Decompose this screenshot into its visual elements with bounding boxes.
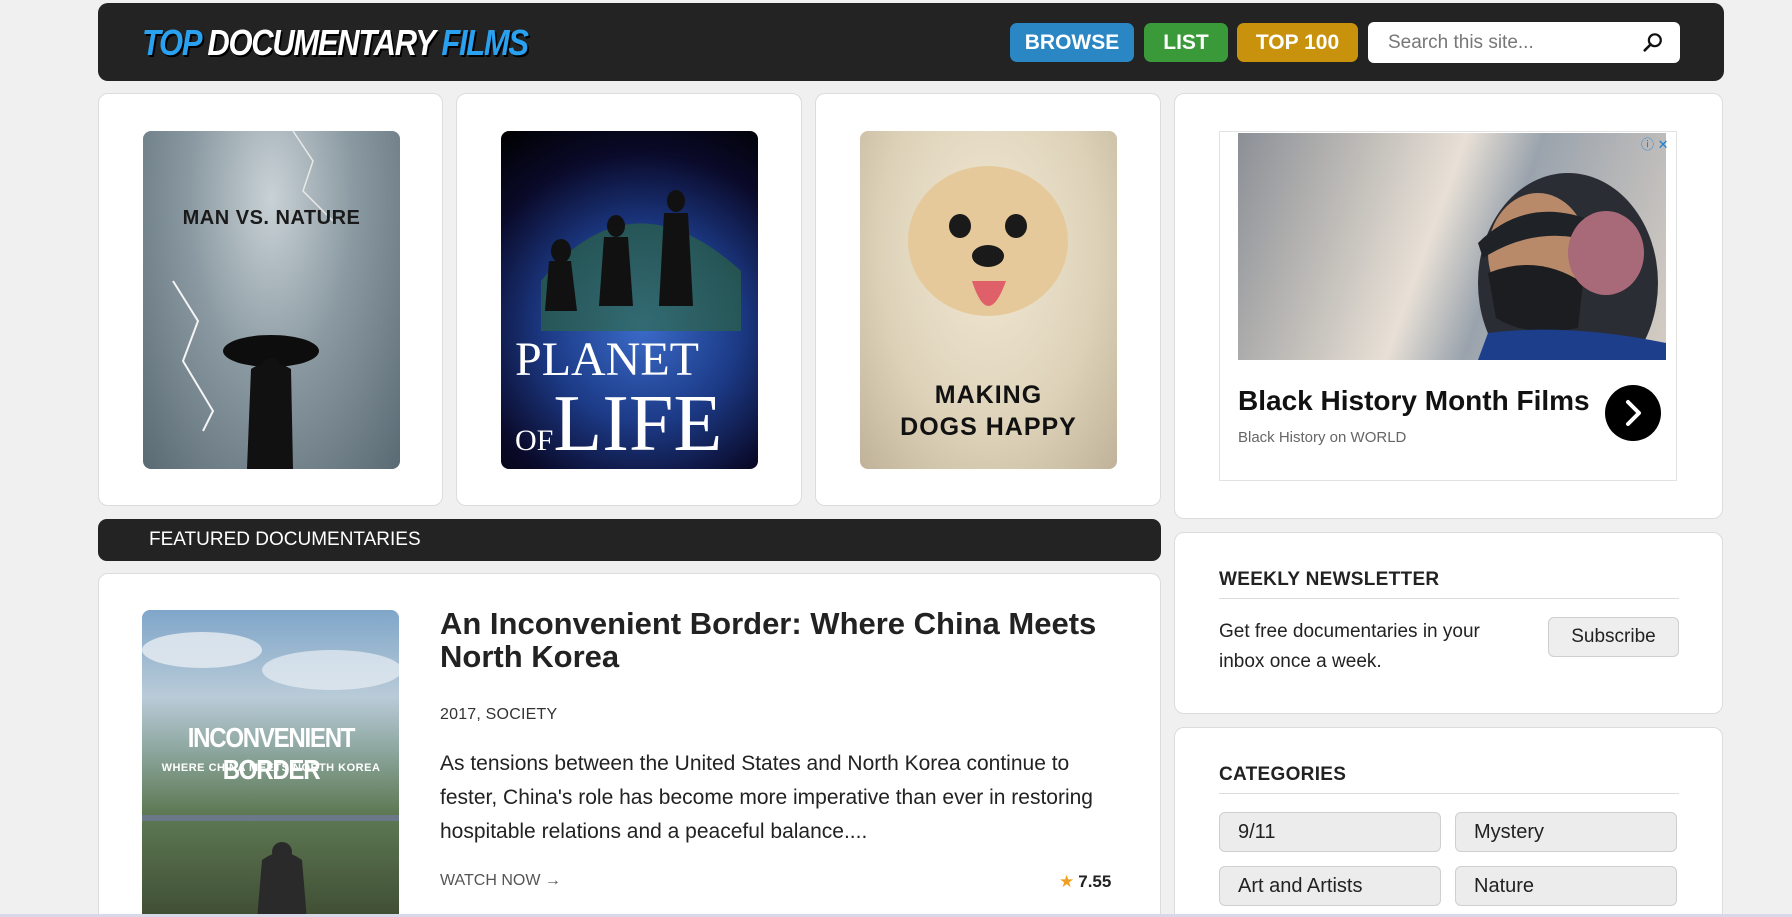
poster-man-vs-nature[interactable]: MAN VS. NATURE xyxy=(143,131,400,469)
featured-title[interactable]: An Inconvenient Border: Where China Meet… xyxy=(440,607,1130,673)
lightning-illustration xyxy=(172,131,334,469)
search-input[interactable] xyxy=(1368,22,1638,63)
categories-heading: CATEGORIES xyxy=(1219,764,1347,785)
star-icon: ★ xyxy=(1059,872,1075,891)
featured-heading: FEATURED DOCUMENTARIES xyxy=(149,529,421,550)
list-button[interactable]: LIST xyxy=(1144,23,1228,62)
featured-meta: 2017, SOCIETY xyxy=(440,706,558,723)
logo-text-films: FILMS xyxy=(441,22,529,63)
ad-choices-icon[interactable]: ⓘ ✕ xyxy=(1641,134,1677,152)
logo-text-top: TOP xyxy=(142,22,201,63)
ad-banner[interactable]: ⓘ ✕ Black History Month Films Black Hist… xyxy=(1219,131,1677,481)
featured-poster-subtitle: WHERE CHINA MEETS NORTH KOREA xyxy=(161,762,381,774)
divider xyxy=(1219,598,1679,599)
logo-text-documentary: DOCUMENTARY xyxy=(207,22,435,63)
ad-title[interactable]: Black History Month Films xyxy=(1238,385,1590,417)
search-icon[interactable] xyxy=(1642,32,1664,54)
category-nature[interactable]: Nature xyxy=(1455,866,1677,906)
browse-button[interactable]: BROWSE xyxy=(1010,23,1134,62)
site-logo[interactable]: TOP DOCUMENTARY FILMS xyxy=(142,21,529,65)
featured-heading-bar: FEATURED DOCUMENTARIES xyxy=(98,519,1161,561)
poster-planet-of-life[interactable]: PLANET OFLIFE xyxy=(501,131,758,469)
watch-now-link[interactable]: WATCH NOW → xyxy=(440,872,561,890)
category-art-and-artists[interactable]: Art and Artists xyxy=(1219,866,1441,906)
category-mystery[interactable]: Mystery xyxy=(1455,812,1677,852)
ad-subtitle: Black History on WORLD xyxy=(1238,429,1407,446)
subscribe-button[interactable]: Subscribe xyxy=(1548,617,1679,657)
site-header: TOP DOCUMENTARY FILMS BROWSE LIST TOP 10… xyxy=(98,3,1724,81)
rating: ★ 7.55 xyxy=(1059,872,1111,892)
rating-value: 7.55 xyxy=(1078,872,1112,891)
poster-making-dogs-happy[interactable]: MAKING DOGS HAPPY xyxy=(860,131,1117,469)
poster-title: MAKING DOGS HAPPY xyxy=(900,381,1077,441)
newsletter-heading: WEEKLY NEWSLETTER xyxy=(1219,569,1440,590)
poster-card-1: MAN VS. NATURE xyxy=(98,93,443,506)
search-box xyxy=(1368,22,1680,63)
poster-title: PLANET OFLIFE xyxy=(515,333,723,468)
poster-title: MAN VS. NATURE xyxy=(182,207,361,229)
divider xyxy=(1219,793,1679,794)
featured-description: As tensions between the United States an… xyxy=(440,752,1093,843)
newsletter-text: Get free documentaries in your inbox onc… xyxy=(1219,621,1480,672)
top-100-button[interactable]: TOP 100 xyxy=(1237,23,1358,62)
featured-poster[interactable]: INCONVENIENT BORDER WHERE CHINA MEETS NO… xyxy=(142,610,399,917)
poster-card-2: PLANET OFLIFE xyxy=(456,93,802,506)
poster-card-3: MAKING DOGS HAPPY xyxy=(815,93,1161,506)
chevron-right-icon[interactable] xyxy=(1605,385,1661,441)
featured-poster-title: INCONVENIENT BORDER xyxy=(187,722,356,785)
category-9-11[interactable]: 9/11 xyxy=(1219,812,1441,852)
ad-image[interactable] xyxy=(1238,133,1666,360)
